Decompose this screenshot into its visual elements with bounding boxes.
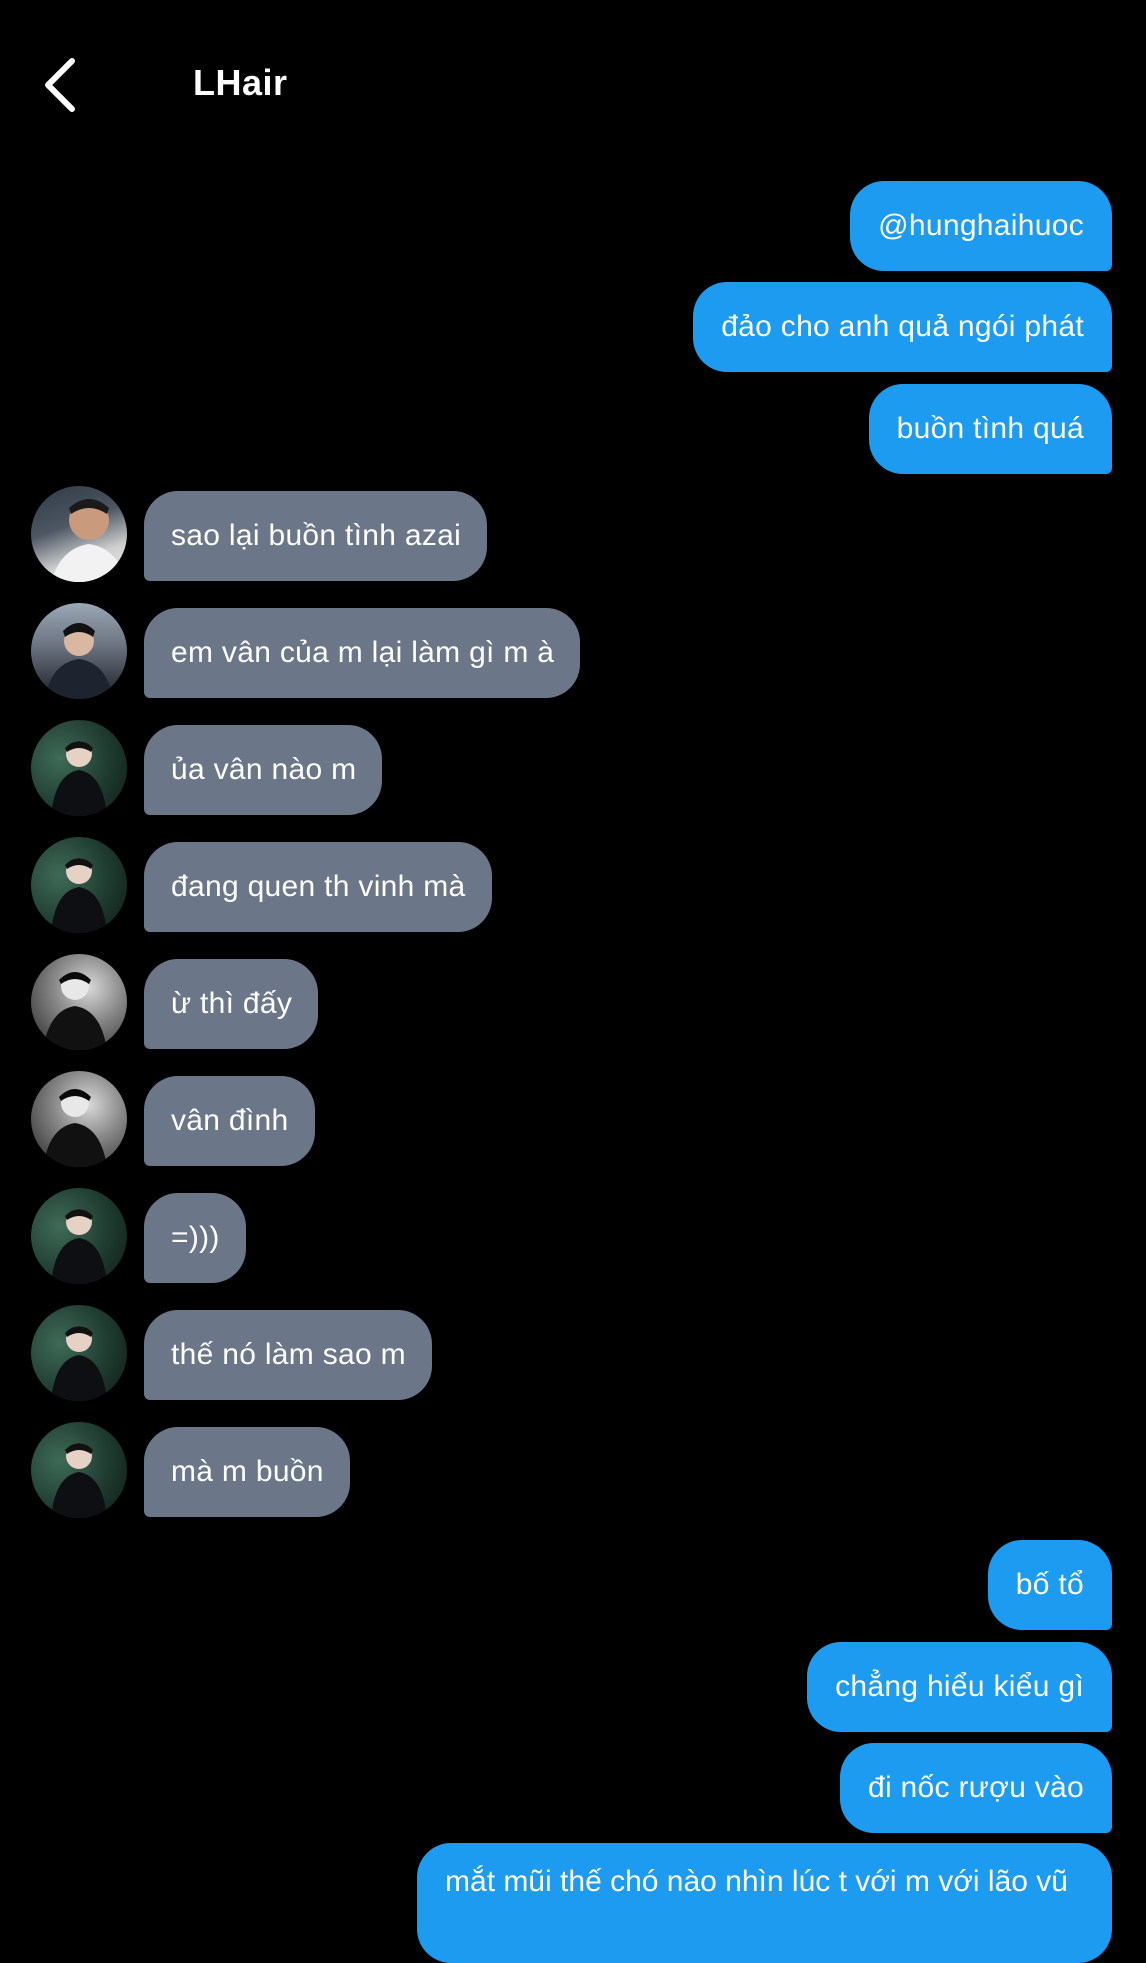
message-text: mắt mũi thế chó nào nhìn lúc t với m với…	[445, 1865, 1068, 1898]
chat-header: LHair	[0, 0, 1146, 170]
avatar[interactable]	[31, 1422, 127, 1518]
message-incoming[interactable]: mà m buồn	[144, 1427, 350, 1517]
message-incoming[interactable]: em vân của m lại làm gì m à	[144, 608, 581, 698]
conversation-title[interactable]: LHair	[193, 62, 288, 104]
message-outgoing[interactable]: đi nốc rượu vào	[839, 1743, 1112, 1833]
avatar-image	[51, 741, 107, 816]
message-incoming[interactable]: vân đình	[144, 1076, 315, 1166]
message-outgoing[interactable]: bố tổ	[987, 1540, 1112, 1630]
message-outgoing[interactable]: đảo cho anh quả ngói phát	[693, 282, 1112, 372]
avatar[interactable]	[31, 837, 127, 933]
avatar-image	[51, 499, 127, 582]
message-incoming[interactable]: =)))	[144, 1193, 246, 1283]
avatar-image	[51, 1443, 107, 1518]
avatar[interactable]	[31, 954, 127, 1050]
avatar-image	[43, 1089, 107, 1167]
message-outgoing[interactable]: chẳng hiểu kiểu gì	[807, 1642, 1112, 1732]
avatar[interactable]	[31, 1305, 127, 1401]
avatar[interactable]	[31, 720, 127, 816]
message-incoming[interactable]: ừ thì đấy	[144, 959, 319, 1049]
message-incoming[interactable]: sao lại buồn tình azai	[144, 491, 488, 581]
avatar[interactable]	[31, 1071, 127, 1167]
message-outgoing[interactable]: buồn tình quá	[868, 384, 1112, 474]
message-incoming[interactable]: ủa vân nào m	[144, 725, 383, 815]
chevron-left-icon	[45, 58, 75, 112]
avatar-image	[45, 623, 113, 699]
avatar[interactable]	[31, 1188, 127, 1284]
avatar-image	[51, 1326, 107, 1401]
message-outgoing[interactable]: @hunghaihuoc	[850, 181, 1112, 271]
avatar[interactable]	[31, 603, 127, 699]
message-incoming[interactable]: thế nó làm sao m	[144, 1310, 432, 1400]
back-button[interactable]	[30, 50, 90, 120]
avatar[interactable]	[31, 486, 127, 582]
avatar-image	[51, 858, 107, 933]
avatar-image	[51, 1209, 107, 1284]
avatar-image	[43, 972, 107, 1050]
message-incoming[interactable]: đang quen th vinh mà	[144, 842, 492, 932]
message-outgoing[interactable]: mắt mũi thế chó nào nhìn lúc t với m với…	[417, 1843, 1112, 1963]
